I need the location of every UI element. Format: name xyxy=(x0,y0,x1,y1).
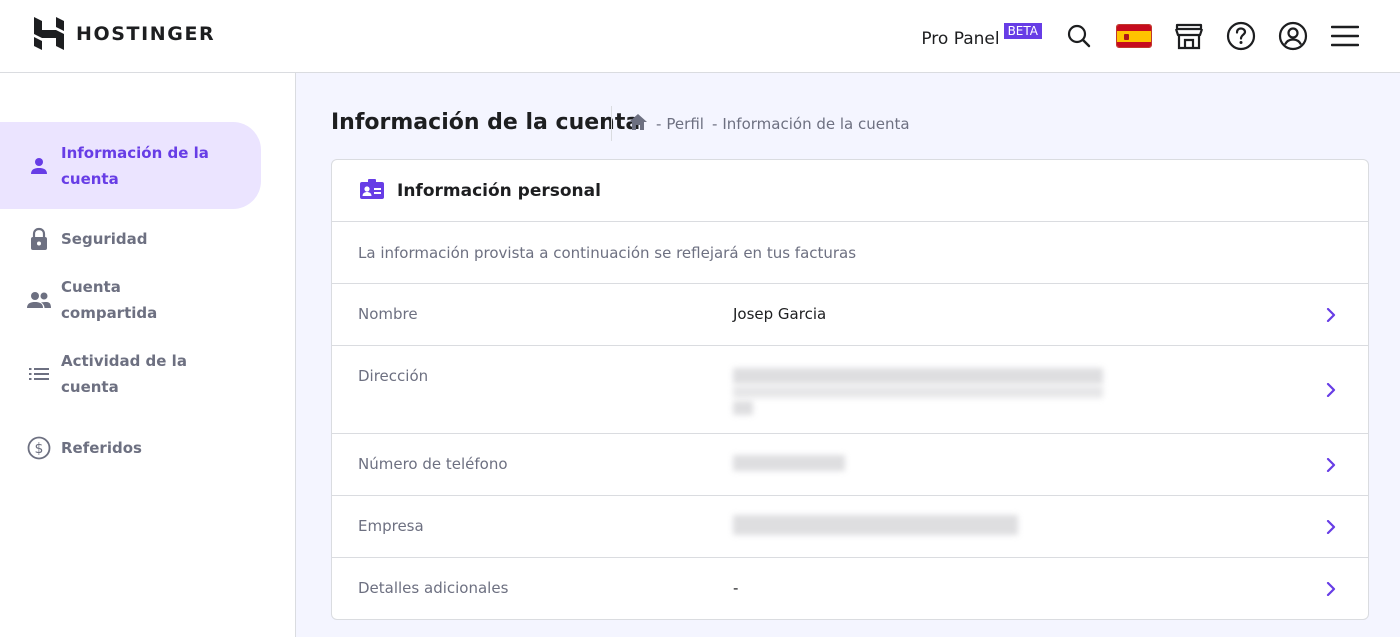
person-icon xyxy=(26,153,52,179)
sidebar-item-shared-account[interactable]: Cuenta compartida xyxy=(0,278,261,322)
sidebar-item-account-info[interactable]: Información de la cuenta xyxy=(0,122,261,209)
sidebar-item-label: Seguridad xyxy=(61,230,148,248)
hostinger-logo[interactable]: HOSTINGER xyxy=(34,17,215,50)
card-description: La información provista a continuación s… xyxy=(332,222,1368,284)
title-divider xyxy=(611,106,612,141)
row-label: Número de teléfono xyxy=(358,455,508,473)
redacted-phone xyxy=(733,455,845,471)
row-label: Empresa xyxy=(358,517,424,535)
pro-panel-label: Pro Panel xyxy=(921,29,1000,49)
sidebar-item-label: Actividad de la cuenta xyxy=(61,352,187,396)
row-label: Nombre xyxy=(358,305,418,323)
sidebar-item-label: Referidos xyxy=(61,439,142,457)
beta-badge: BETA xyxy=(1003,23,1042,39)
card-title: Información personal xyxy=(397,180,601,201)
row-nombre[interactable]: Nombre Josep Garcia xyxy=(332,284,1368,346)
card-header: Información personal xyxy=(332,160,1368,222)
id-card-icon xyxy=(359,178,385,204)
breadcrumb: - Perfil - Información de la cuenta xyxy=(628,113,910,135)
logo-text: HOSTINGER xyxy=(76,22,216,45)
row-value: Josep Garcia xyxy=(733,305,827,323)
row-label: Detalles adicionales xyxy=(358,579,509,597)
menu-icon[interactable] xyxy=(1330,21,1360,51)
chevron-right-icon[interactable] xyxy=(1324,582,1338,596)
sidebar-item-label: Cuenta compartida xyxy=(61,278,158,322)
chevron-right-icon[interactable] xyxy=(1324,458,1338,472)
sidebar-item-security[interactable]: Seguridad xyxy=(0,226,261,252)
row-telefono[interactable]: Número de teléfono xyxy=(332,434,1368,496)
hostinger-logo-icon xyxy=(34,17,64,50)
breadcrumb-item-current: Información de la cuenta xyxy=(722,115,910,133)
row-direccion[interactable]: Dirección xyxy=(332,346,1368,434)
personal-info-card: Información personal La información prov… xyxy=(331,159,1369,620)
dollar-circle-icon: $ xyxy=(26,435,52,461)
spain-flag-icon[interactable] xyxy=(1116,21,1152,51)
row-label: Dirección xyxy=(358,367,429,385)
list-icon xyxy=(26,361,52,387)
chevron-right-icon[interactable] xyxy=(1324,383,1338,397)
chevron-right-icon[interactable] xyxy=(1324,520,1338,534)
top-header: HOSTINGER Pro Panel BETA xyxy=(0,0,1400,73)
store-icon[interactable] xyxy=(1174,21,1204,51)
pro-panel-link[interactable]: Pro Panel BETA xyxy=(921,23,1042,49)
search-icon[interactable] xyxy=(1064,21,1094,51)
row-detalles[interactable]: Detalles adicionales - xyxy=(332,558,1368,619)
sidebar: Información de la cuenta Seguridad Cuent… xyxy=(0,73,296,637)
row-empresa[interactable]: Empresa xyxy=(332,496,1368,558)
svg-text:$: $ xyxy=(35,441,44,457)
lock-icon xyxy=(26,226,52,252)
row-value: - xyxy=(733,579,739,597)
page-title: Información de la cuenta xyxy=(331,110,641,135)
sidebar-item-label: Información de la cuenta xyxy=(61,143,209,188)
redacted-company xyxy=(733,515,1018,535)
account-icon[interactable] xyxy=(1278,21,1308,51)
sidebar-item-referrals[interactable]: $ Referidos xyxy=(0,435,261,461)
home-icon[interactable] xyxy=(628,113,648,135)
people-icon xyxy=(26,287,52,313)
sidebar-item-account-activity[interactable]: Actividad de la cuenta xyxy=(0,348,261,400)
breadcrumb-item-profile[interactable]: Perfil xyxy=(666,115,704,133)
chevron-right-icon[interactable] xyxy=(1324,308,1338,322)
help-icon[interactable] xyxy=(1226,21,1256,51)
